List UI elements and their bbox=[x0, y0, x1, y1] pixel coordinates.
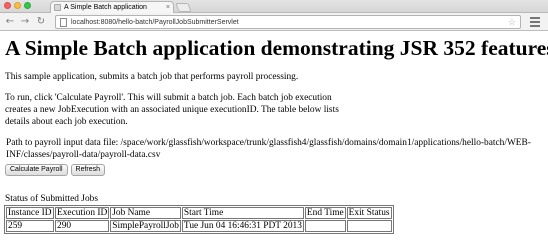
action-buttons: Calculate Payroll Refresh bbox=[5, 164, 545, 177]
tab-close-icon[interactable]: × bbox=[166, 2, 170, 13]
page-title: A Simple Batch application demonstrating… bbox=[5, 36, 548, 60]
intro-text: This sample application, submits a batch… bbox=[5, 72, 299, 82]
reload-icon[interactable]: ↻ bbox=[34, 15, 48, 29]
table-header-row: Instance ID Execution ID Job Name Start … bbox=[6, 207, 392, 219]
cell-exit-status bbox=[346, 220, 392, 232]
window-close-button[interactable] bbox=[4, 2, 11, 9]
instructions-text: To run, click 'Calculate Payroll'. This … bbox=[5, 93, 339, 127]
back-arrow-icon[interactable]: ← bbox=[3, 15, 17, 29]
table-row: 259 290 SimplePayrollJob Tue Jun 04 16:4… bbox=[6, 220, 392, 232]
url-text[interactable]: localhost:8080/hello-batch/PayrollJobSub… bbox=[71, 16, 239, 29]
path-line-2: INF/classes/payroll-data/payroll-data.cs… bbox=[6, 150, 161, 160]
forward-arrow-icon[interactable]: → bbox=[18, 15, 32, 29]
browser-toolbar: ← → ↻ localhost:8080/hello-batch/Payroll… bbox=[0, 13, 548, 31]
browser-tab[interactable]: A Simple Batch application × bbox=[50, 1, 174, 13]
tab-title: A Simple Batch application bbox=[64, 4, 147, 11]
column-header-end-time: End Time bbox=[304, 207, 346, 219]
job-status-table: Instance ID Execution ID Job Name Start … bbox=[4, 205, 394, 234]
window-minimize-button[interactable] bbox=[14, 2, 21, 9]
column-header-exit-status: Exit Status bbox=[346, 207, 392, 219]
page-icon bbox=[60, 18, 67, 27]
column-header-instance-id: Instance ID bbox=[6, 207, 54, 219]
column-header-job-name: Job Name bbox=[110, 207, 181, 219]
page-favicon-icon bbox=[54, 4, 61, 11]
path-line-1: Path to payroll input data file: /space/… bbox=[6, 138, 531, 148]
status-table-title: Status of Submitted Jobs bbox=[5, 194, 98, 204]
menu-icon[interactable] bbox=[529, 16, 541, 28]
page-content: A Simple Batch application demonstrating… bbox=[4, 32, 548, 234]
cell-job-name: SimplePayrollJob bbox=[110, 220, 181, 232]
cell-start-time: Tue Jun 04 16:46:31 PDT 2013 bbox=[181, 220, 304, 232]
input-file-path: Path to payroll input data file: /space/… bbox=[5, 137, 545, 161]
new-tab-button[interactable] bbox=[175, 3, 192, 12]
tab-strip: A Simple Batch application × bbox=[0, 0, 548, 13]
window-zoom-button[interactable] bbox=[24, 2, 31, 9]
address-bar[interactable]: localhost:8080/hello-batch/PayrollJobSub… bbox=[55, 15, 521, 29]
cell-instance-id: 259 bbox=[6, 220, 54, 232]
column-header-execution-id: Execution ID bbox=[55, 207, 110, 219]
cell-execution-id: 290 bbox=[55, 220, 110, 232]
bookmark-star-icon[interactable]: ☆ bbox=[508, 16, 516, 29]
refresh-button[interactable]: Refresh bbox=[70, 164, 106, 176]
calculate-payroll-button[interactable]: Calculate Payroll bbox=[5, 164, 68, 176]
column-header-start-time: Start Time bbox=[181, 207, 304, 219]
cell-end-time bbox=[304, 220, 346, 232]
